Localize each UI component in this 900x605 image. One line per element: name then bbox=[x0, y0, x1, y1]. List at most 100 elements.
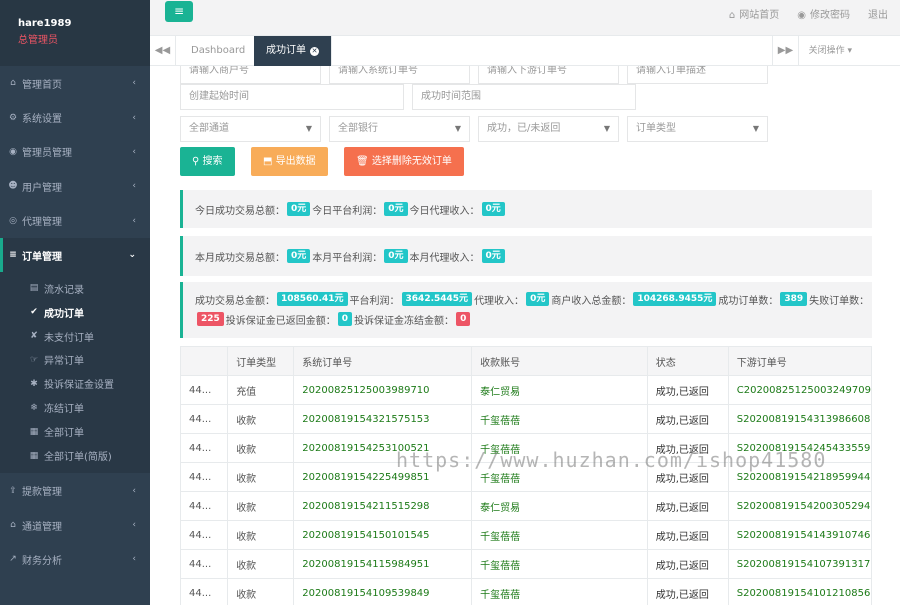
table-cell: 44... bbox=[179, 491, 229, 521]
close-icon[interactable]: ✕ bbox=[310, 47, 319, 56]
platform-profit-label: 平台利润： bbox=[349, 295, 400, 307]
submenu-item[interactable]: ▦ 全部订单(简版) bbox=[0, 444, 150, 468]
sidebar-item-cogs[interactable]: ⚙ 系统设置 ‹ bbox=[0, 100, 150, 134]
total-stats-panel: 成功交易总金额： 108560.41元 平台利润： 3642.5445元 代理收入：… bbox=[180, 282, 872, 338]
table-cell: 44... bbox=[179, 578, 229, 605]
chevron-down-icon: ▼ bbox=[305, 124, 312, 133]
order-desc-input[interactable]: 请输入订单描述 bbox=[627, 66, 768, 84]
chevron-left-icon: ‹ bbox=[132, 520, 136, 531]
submenu-item[interactable]: ❄ 冻结订单 bbox=[0, 396, 150, 420]
table-cell: 44... bbox=[179, 462, 229, 492]
menu-toggle-button[interactable]: ≡ bbox=[165, 1, 193, 22]
site-home-link[interactable]: ⌂ 网站首页 bbox=[729, 6, 779, 21]
start-time-input[interactable]: 创建起始时间 bbox=[180, 84, 404, 110]
merchant-income-label: 商户收入总金额： bbox=[551, 295, 632, 307]
snowflake-icon: ❄ bbox=[30, 402, 38, 413]
status-select-value: 成功，已/未返回 bbox=[487, 123, 561, 134]
table-row[interactable]: 44... 收款 20200819154150101545 千玺蓓蓓 成功,已返回 S20… bbox=[179, 520, 873, 550]
eye-icon: ◎ bbox=[9, 215, 17, 226]
downstream-order-input[interactable]: 请输入下游订单号 bbox=[478, 66, 619, 84]
column-header[interactable]: 下游订单号 bbox=[727, 346, 873, 376]
submenu-item[interactable]: ▦ 全部订单 bbox=[0, 420, 150, 444]
orders-table: 订单类型 系统订单号 收款账号 状态 下游订单号 44... 充值 202008251250… bbox=[179, 346, 873, 605]
bank-select-value: 全部银行 bbox=[338, 123, 378, 134]
list-alt-icon: ▤ bbox=[29, 283, 39, 294]
profile-username: hare1989 bbox=[18, 18, 72, 29]
tab-dashboard[interactable]: Dashboard bbox=[179, 36, 259, 66]
table-cell: 20200819154109539849 bbox=[293, 578, 473, 605]
chevron-left-icon: ‹ bbox=[132, 146, 136, 157]
thumbs-down-icon: ✘ bbox=[30, 331, 38, 342]
profile-block[interactable]: hare1989 总管理员 bbox=[0, 0, 150, 66]
order-submenu: ▤ 流水记录 ✔ 成功订单 ✘ 未支付订单 ☞ 异常订单 ✱ 投诉保证金设置 ❄ 冻结订单 ▦ 全部订单 ▦… bbox=[0, 272, 150, 474]
close-operations-dropdown[interactable]: 关闭操作 ▾ bbox=[797, 36, 862, 66]
table-cell: S20200819154313986608 bbox=[727, 404, 873, 434]
table-row[interactable]: 44... 收款 20200819154321575153 千玺蓓蓓 成功,已返回 S20… bbox=[179, 404, 873, 434]
sidebar-item-home[interactable]: ⌂ 管理首页 ‹ bbox=[0, 66, 150, 100]
chevron-left-icon: ‹ bbox=[132, 181, 136, 192]
submenu-item[interactable]: ✘ 未支付订单 bbox=[0, 324, 150, 348]
submenu-item-label: 冻结订单 bbox=[44, 404, 84, 416]
sidebar-item-chart[interactable]: ↗ 财务分析 ‹ bbox=[0, 542, 150, 576]
status-select[interactable]: 成功，已/未返回 ▼ bbox=[478, 116, 619, 142]
sidebar-item-eye[interactable]: ◎ 代理管理 ‹ bbox=[0, 204, 150, 238]
sidebar-item-bank[interactable]: ⌂ 通道管理 ‹ bbox=[0, 508, 150, 542]
delete-invalid-orders-button[interactable]: 🗑 选择删除无效订单 bbox=[344, 147, 464, 176]
export-button[interactable]: ⬒ 导出数据 bbox=[251, 147, 328, 176]
column-header[interactable]: 状态 bbox=[646, 346, 729, 376]
order-type-select[interactable]: 订单类型 ▼ bbox=[627, 116, 768, 142]
table-cell: 44... bbox=[179, 375, 229, 405]
sidebar-item-label: 财务分析 bbox=[22, 555, 62, 567]
submenu-item-label: 流水记录 bbox=[44, 284, 84, 296]
sidebar-item-list[interactable]: ≡ 订单管理 ⌄ bbox=[0, 237, 150, 273]
submenu-item[interactable]: ☞ 异常订单 bbox=[0, 348, 150, 372]
chart-icon: ↗ bbox=[9, 554, 17, 565]
search-button[interactable]: ⚲ 搜索 bbox=[180, 147, 235, 176]
system-order-input[interactable]: 请输入系统订单号 bbox=[329, 66, 470, 84]
column-header[interactable]: 订单类型 bbox=[227, 346, 295, 376]
th-icon: ▦ bbox=[29, 450, 39, 461]
channel-select[interactable]: 全部通道 ▼ bbox=[180, 116, 321, 142]
channel-select-value: 全部通道 bbox=[189, 123, 229, 134]
submenu-item[interactable]: ✔ 成功订单 bbox=[0, 300, 150, 324]
search-icon: ⚲ bbox=[192, 156, 200, 167]
sidebar-item-user[interactable]: ◉ 管理员管理 ‹ bbox=[0, 135, 150, 169]
column-header[interactable] bbox=[179, 346, 229, 376]
table-row[interactable]: 44... 收款 20200819154211515298 泰仁贸易 成功,已返回 S20… bbox=[179, 491, 873, 521]
table-row[interactable]: 44... 充值 20200825125003989710 泰仁贸易 成功,已返回 C20… bbox=[179, 375, 873, 405]
month-total-badge: 0元 bbox=[287, 249, 311, 263]
search-button-label: 搜索 bbox=[202, 156, 223, 167]
month-agent-badge: 0元 bbox=[481, 249, 505, 263]
list-icon: ≡ bbox=[9, 250, 17, 261]
fail-count-label: 失败订单数： bbox=[809, 295, 870, 307]
chevron-down-icon: ⌄ bbox=[128, 250, 136, 261]
total-amount-badge: 108560.41元 bbox=[277, 292, 348, 306]
merchant-id-input[interactable]: 请输入商户号 bbox=[180, 66, 321, 84]
table-row[interactable]: 44... 收款 20200819154115984951 千玺蓓蓓 成功,已返回 S20… bbox=[179, 549, 873, 579]
column-header[interactable]: 收款账号 bbox=[471, 346, 648, 376]
deposit-frozen-label: 投诉保证金冻结金额： bbox=[354, 315, 455, 327]
table-cell: S20200819154107391317 bbox=[727, 549, 873, 579]
table-row[interactable]: 44... 收款 20200819154109539849 千玺蓓蓓 成功,已返回 S20… bbox=[179, 578, 873, 605]
chevron-left-icon: ‹ bbox=[132, 215, 136, 226]
change-password-link[interactable]: ◉ 修改密码 bbox=[797, 6, 850, 21]
column-header[interactable]: 系统订单号 bbox=[293, 346, 473, 376]
submenu-item[interactable]: ▤ 流水记录 bbox=[0, 276, 150, 300]
table-cell: 成功,已返回 bbox=[646, 578, 729, 605]
submenu-item[interactable]: ✱ 投诉保证金设置 bbox=[0, 372, 150, 396]
tab-success-orders[interactable]: 成功订单 ✕ bbox=[254, 36, 332, 66]
table-cell: 成功,已返回 bbox=[646, 375, 729, 405]
sidebar-item-label: 用户管理 bbox=[22, 182, 62, 194]
tab-scroll-left-button[interactable]: ◀◀ bbox=[150, 36, 176, 66]
logout-link[interactable]: 退出 bbox=[868, 6, 888, 21]
sidebar-item-users[interactable]: ☻ 用户管理 ‹ bbox=[0, 169, 150, 203]
success-time-range-input[interactable]: 成功时间范围 bbox=[412, 84, 636, 110]
table-cell: 20200819154211515298 bbox=[293, 491, 473, 521]
sidebar-item-label: 代理管理 bbox=[22, 217, 62, 229]
tab-scroll-right-button[interactable]: ▶▶ bbox=[772, 36, 798, 66]
withdraw-icon: ⇪ bbox=[9, 485, 17, 496]
site-home-label: 网站首页 bbox=[739, 10, 780, 21]
close-operations-label: 关闭操作 bbox=[808, 46, 845, 56]
bank-select[interactable]: 全部银行 ▼ bbox=[329, 116, 470, 142]
sidebar-item-withdraw[interactable]: ⇪ 提款管理 ‹ bbox=[0, 473, 150, 507]
